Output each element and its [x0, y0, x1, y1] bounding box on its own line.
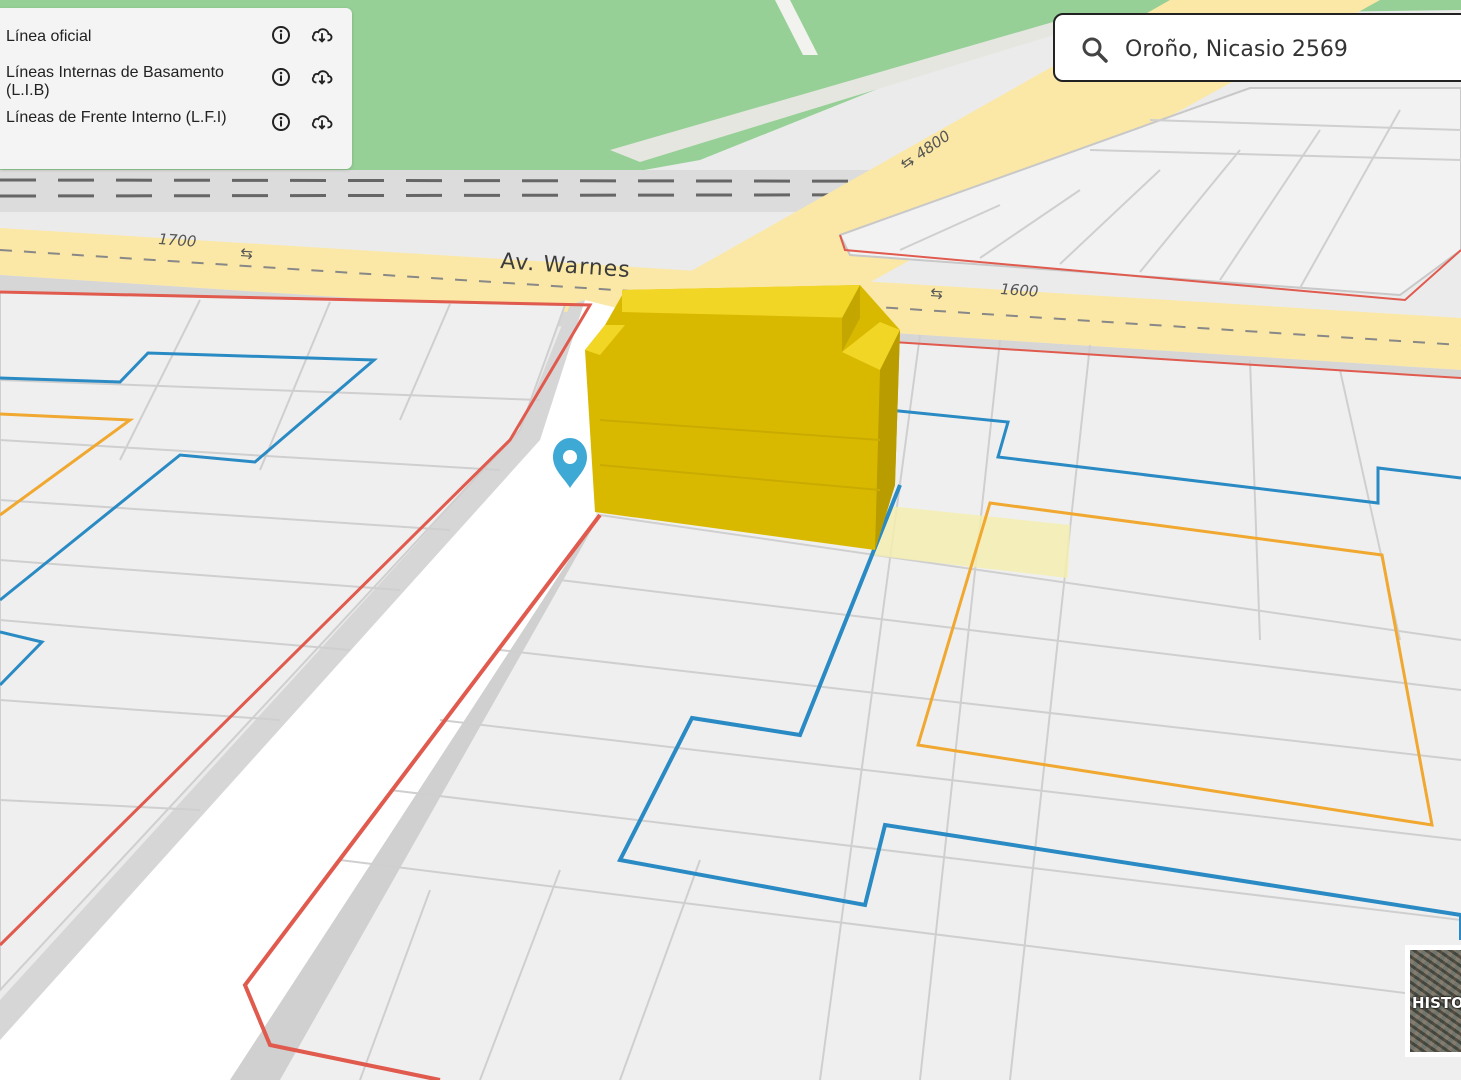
search-icon[interactable] — [1081, 36, 1109, 64]
layer-label-lfi: Líneas de Frente Interno (L.F.I) — [6, 109, 227, 126]
layer-row-linea-oficial: Línea oficial — [0, 22, 352, 46]
info-icon[interactable] — [270, 111, 292, 133]
basemap-toggle[interactable]: HISTO — [1405, 945, 1461, 1057]
avenue-arrow-left: ⇆ — [240, 244, 254, 263]
search-input[interactable] — [1125, 33, 1455, 65]
basemap-label: HISTO — [1412, 994, 1461, 1012]
cloud-download-icon[interactable] — [311, 66, 333, 88]
basemap-thumbnail: HISTO — [1410, 950, 1461, 1052]
layers-panel: Línea oficial Líneas Internas de Basamen… — [0, 8, 352, 169]
building-3d[interactable] — [585, 285, 900, 550]
search-box — [1053, 13, 1461, 82]
info-icon[interactable] — [270, 66, 292, 88]
cloud-download-icon[interactable] — [311, 24, 333, 46]
avenue-num-right: 1600 — [1000, 280, 1039, 301]
layer-label-lib: Líneas Internas de Basamento (L.I.B) — [6, 64, 224, 99]
cloud-download-icon[interactable] — [311, 111, 333, 133]
info-icon[interactable] — [270, 24, 292, 46]
layer-label-linea-oficial: Línea oficial — [6, 28, 92, 45]
avenue-num-left: 1700 — [158, 230, 197, 251]
layer-row-lib: Líneas Internas de Basamento (L.I.B) — [0, 62, 352, 102]
layer-row-lfi: Líneas de Frente Interno (L.F.I) — [0, 107, 352, 147]
avenue-arrow-right: ⇆ — [930, 284, 944, 303]
